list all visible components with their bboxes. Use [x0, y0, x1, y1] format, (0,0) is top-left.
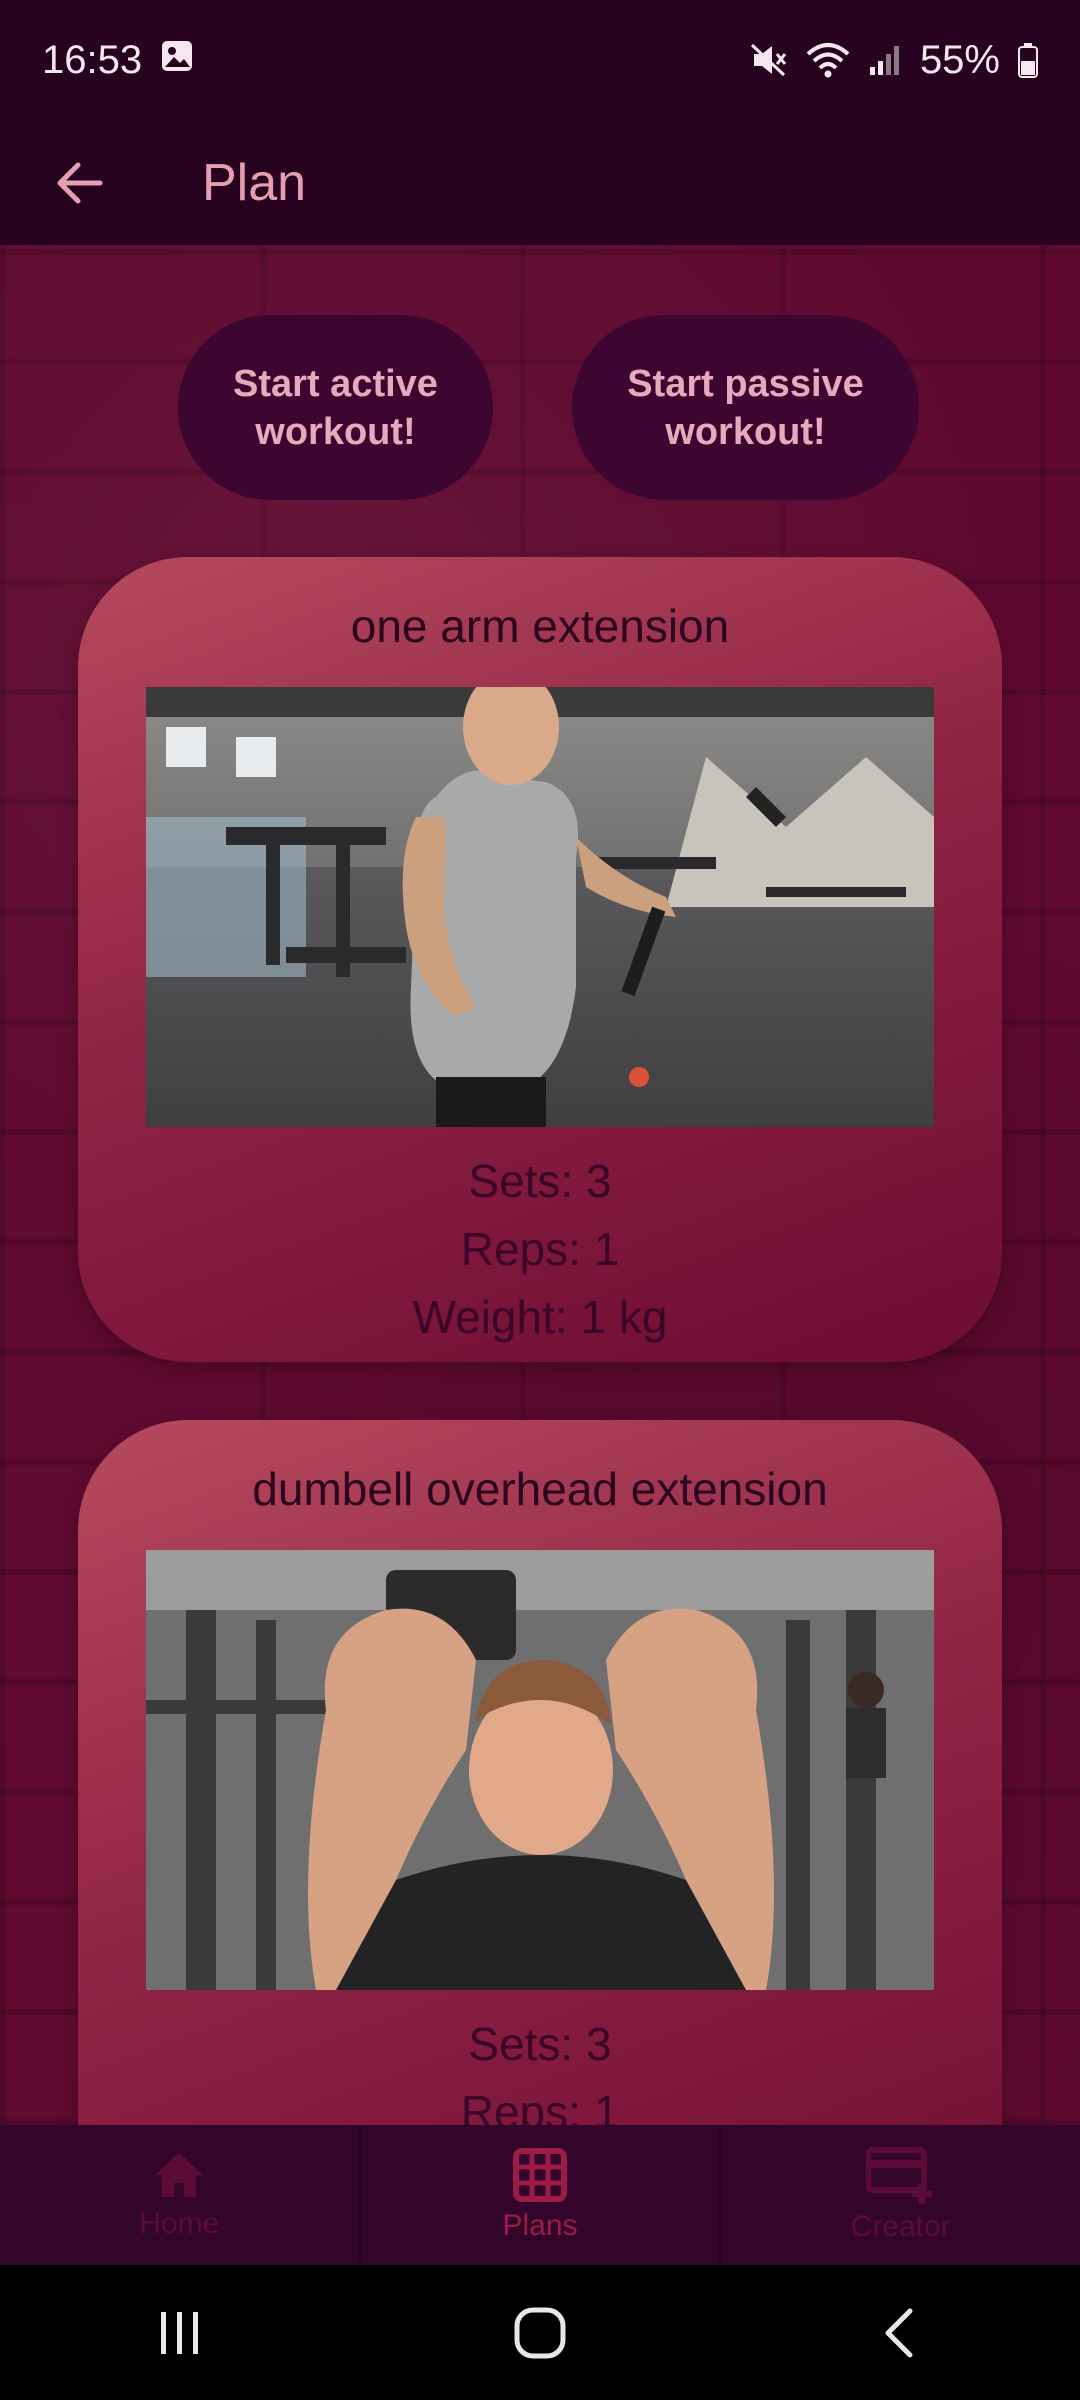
battery-icon — [1018, 42, 1038, 78]
exercise-image — [146, 1550, 934, 1990]
recent-apps-button[interactable] — [100, 2278, 260, 2388]
home-icon — [155, 2153, 204, 2197]
app-bar: Plan — [0, 120, 1080, 245]
nav-label-creator: Creator — [850, 2210, 951, 2243]
nav-label-plans: Plans — [502, 2209, 578, 2242]
card-plus-icon — [865, 2147, 932, 2204]
exercise-card[interactable]: one arm extension Sets: 3 Reps: 1 Weight… — [78, 557, 1002, 1362]
exercise-sets: Sets: 3 — [468, 2018, 612, 2070]
start-passive-workout-button[interactable]: Start passive workout! — [572, 315, 919, 500]
exercise-image — [146, 687, 934, 1127]
recent-apps-icon — [161, 2311, 198, 2354]
plan-content[interactable]: Start active workout! Start passive work… — [0, 245, 1080, 2125]
exercise-weight: Weight: 1 kg — [412, 1291, 668, 1343]
exercise-sets: Sets: 3 — [468, 1155, 612, 1207]
grid-icon — [513, 2148, 567, 2202]
bottom-navigation: Home Plans Creator — [0, 2125, 1080, 2265]
nav-item-home[interactable]: Home — [0, 2125, 361, 2265]
exercise-reps: Reps: 1 — [460, 2086, 620, 2125]
exercise-name: dumbell overhead extension — [252, 1463, 828, 1515]
status-bar: 16:53 55% — [0, 0, 1080, 120]
back-system-button[interactable] — [820, 2278, 980, 2388]
exercise-stats: Sets: 3 Reps: 1 Weight: 1 kg — [78, 1147, 1002, 1351]
exercise-card[interactable]: dumbell overhead extension Sets: 3 Reps:… — [78, 1420, 1002, 2125]
signal-icon — [868, 43, 902, 77]
system-navigation-bar — [0, 2265, 1080, 2400]
chevron-left-icon — [885, 2308, 913, 2357]
status-time: 16:53 — [42, 37, 143, 82]
wifi-icon — [806, 42, 850, 78]
workout-buttons: Start active workout! Start passive work… — [0, 245, 1080, 535]
mute-icon — [750, 42, 788, 78]
exercise-reps: Reps: 1 — [460, 1223, 620, 1275]
gallery-icon — [160, 38, 194, 83]
exercise-stats: Sets: 3 Reps: 1 — [78, 2010, 1002, 2125]
nav-label-home: Home — [139, 2207, 220, 2240]
home-system-button[interactable] — [460, 2278, 620, 2388]
start-active-workout-button[interactable]: Start active workout! — [178, 315, 493, 500]
page-title: Plan — [202, 153, 307, 212]
nav-item-plans[interactable]: Plans — [361, 2125, 722, 2265]
exercise-name: one arm extension — [350, 600, 730, 652]
home-circle-icon — [514, 2307, 566, 2358]
battery-text: 55% — [919, 37, 1000, 82]
back-button[interactable] — [30, 133, 130, 233]
arrow-left-icon — [57, 162, 103, 203]
nav-item-creator[interactable]: Creator — [721, 2125, 1080, 2265]
